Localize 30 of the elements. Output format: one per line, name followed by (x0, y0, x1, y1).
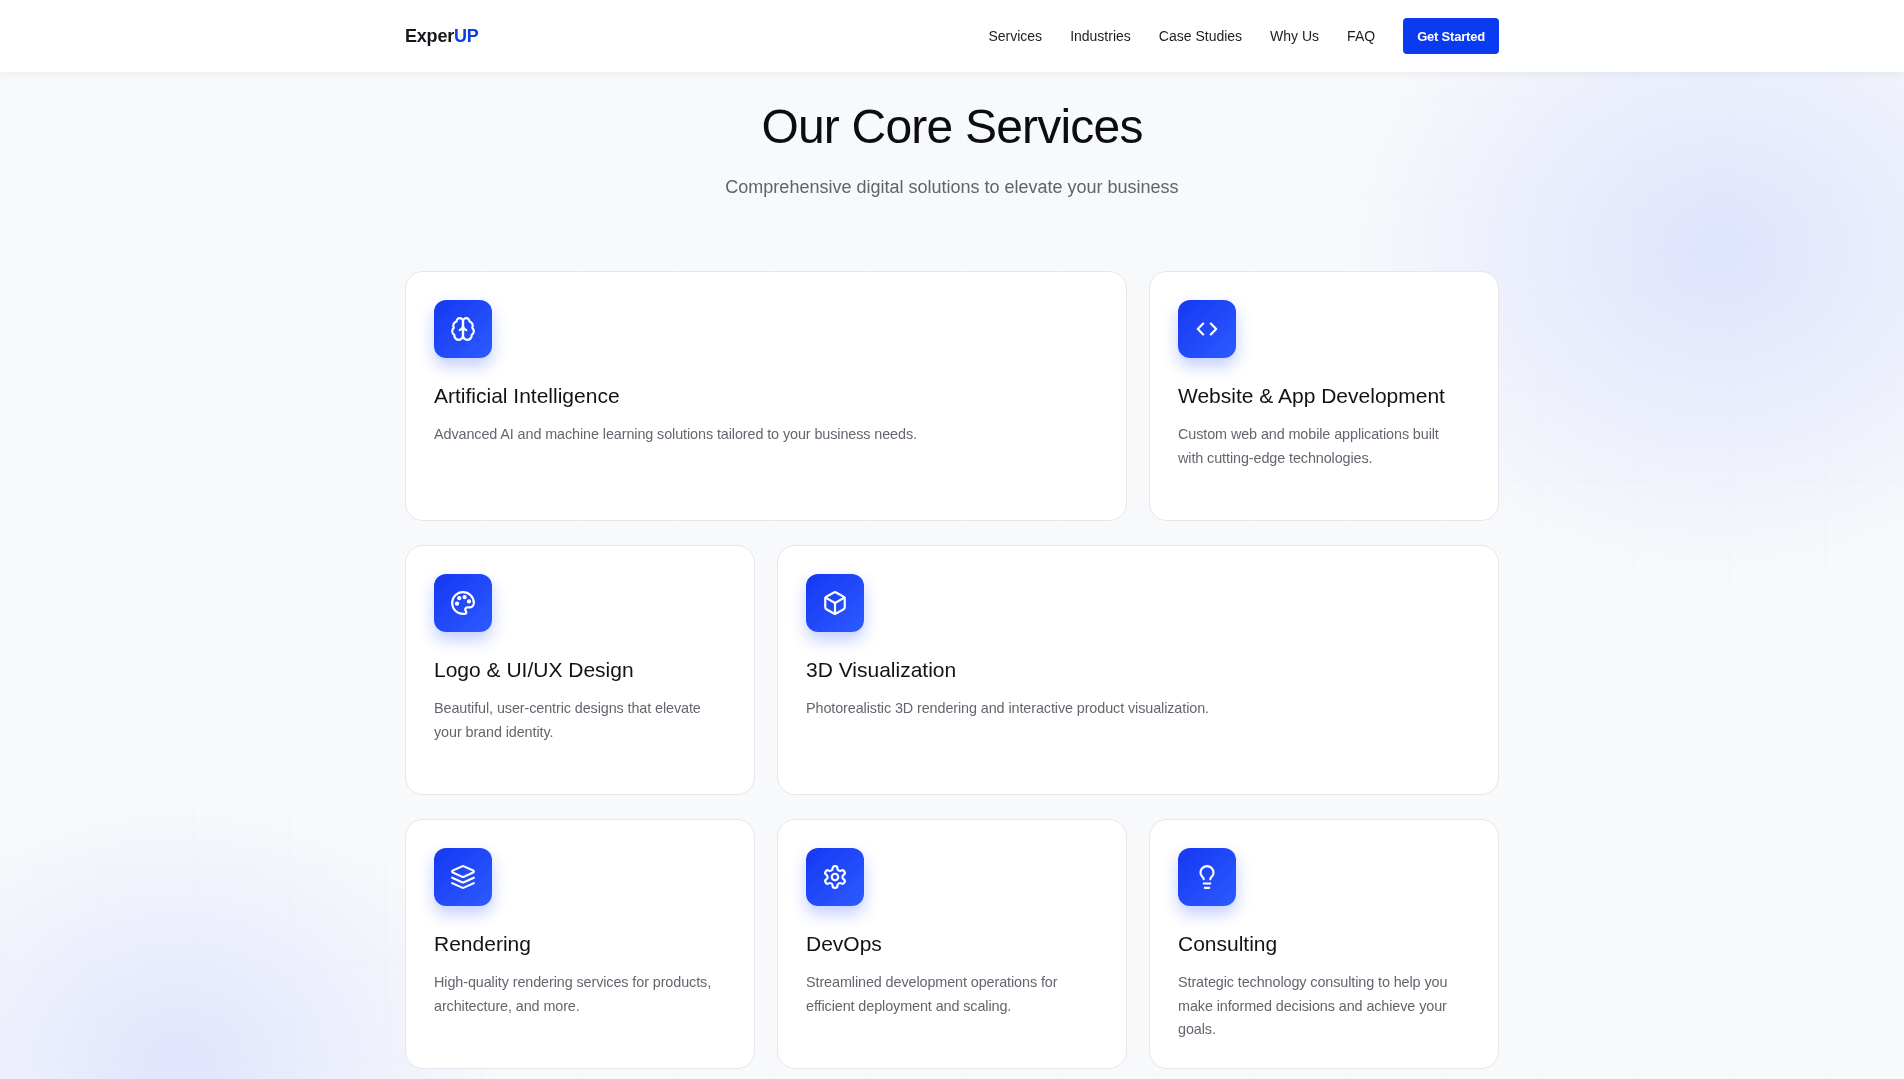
settings-icon (806, 848, 864, 906)
nav-link[interactable]: Services (988, 28, 1043, 44)
card-description: Beautiful, user-centric designs that elevate your brand identity. (434, 699, 702, 742)
nav-link[interactable]: Case Studies (1158, 28, 1243, 44)
card-title: Website & App Development (1178, 383, 1445, 409)
nav-link[interactable]: FAQ (1347, 28, 1376, 44)
layers-icon (434, 848, 492, 906)
card-title: DevOps (806, 931, 882, 957)
card-title: Consulting (1178, 931, 1278, 957)
card-title: Artificial Intelligence (434, 383, 620, 409)
code-icon (1178, 300, 1236, 358)
card-description: Photorealistic 3D rendering and interactive product visualization. (806, 699, 1209, 718)
card-description: Strategic technology consulting to help you make informed decisions and achieve your goals. (1178, 973, 1449, 1039)
section-title: Our Core Services (761, 99, 1143, 155)
get-started-button[interactable]: Get Started (1403, 18, 1499, 54)
card-description: Advanced AI and machine learning solutions tailored to your business needs. (434, 425, 917, 444)
nav-link[interactable]: Why Us (1270, 28, 1320, 44)
lightbulb-icon (1178, 848, 1236, 906)
card-title: Rendering (434, 931, 531, 957)
card-description: Streamlined development operations for efficient deployment and scaling. (806, 973, 1059, 1016)
card-title: 3D Visualization (806, 657, 957, 683)
brain-icon (434, 300, 492, 358)
cube-icon (806, 574, 864, 632)
card-description: Custom web and mobile applications built with cutting-edge technologies. (1178, 425, 1440, 468)
palette-icon (434, 574, 492, 632)
card-description: High-quality rendering services for products, architecture, and more. (434, 973, 713, 1016)
logo[interactable]: ExperUP (405, 25, 479, 47)
section-subtitle: Comprehensive digital solutions to elevate your business (725, 176, 1179, 199)
card-title: Logo & UI/UX Design (434, 657, 634, 683)
nav-link[interactable]: Industries (1070, 28, 1131, 44)
